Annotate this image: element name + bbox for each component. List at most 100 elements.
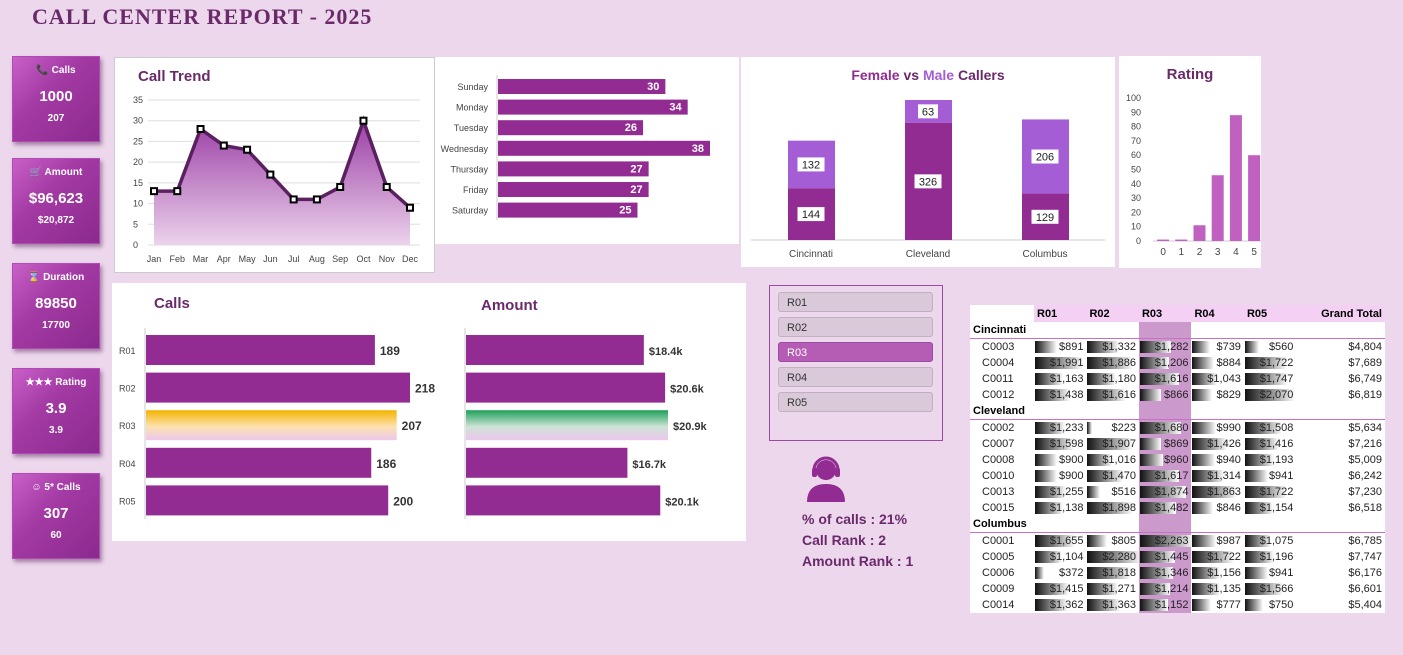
grand-total-cell: $7,230: [1348, 486, 1382, 498]
trend-point: [312, 195, 321, 204]
amount-cell: $900: [1034, 452, 1086, 468]
weekday-chart: Sunday 30 Monday 34 Tuesday 26 Wednesday 38 Thur…: [441, 75, 710, 220]
amount-value-label: $20.6k: [670, 384, 705, 396]
pct-calls: % of calls : 21%: [802, 511, 908, 527]
weekday-bar: [498, 161, 649, 177]
slicer-item-r05[interactable]: R05: [778, 392, 933, 412]
call-trend-chart: 0 5 10 15 20 25 30 35 Jan Feb Mar Apr May Jun Jul Aug Se…: [133, 95, 420, 264]
amount-cell: $1,156: [1191, 565, 1243, 581]
table-row: C0004 $1,991 $1,886 $1,206 $884 $1,722 $7,689: [970, 355, 1385, 371]
kpi-sub-value: $20,872: [37, 215, 75, 226]
trend-point: [359, 116, 368, 125]
agent-icon: [805, 456, 847, 509]
gender-panel: Female vs Male Callers 144 132 Cincinnati 3…: [741, 57, 1115, 267]
slicer-item-r01[interactable]: R01: [778, 292, 933, 312]
table-row: C0013 $1,255 $516 $1,874 $1,863 $1,722 $7,230: [970, 484, 1385, 500]
amount-cell: $1,470: [1086, 468, 1138, 484]
amount-cell: $1,655: [1034, 533, 1086, 550]
table-row: C0005 $1,104 $2,280 $1,445 $1,722 $1,196 $7,74…: [970, 549, 1385, 565]
customer-cell: C0012: [982, 389, 1015, 401]
day-label: Wednesday: [441, 144, 489, 154]
grand-total-cell: $6,242: [1348, 470, 1382, 482]
amount-cell: $1,135: [1191, 581, 1243, 597]
trend-point: [336, 183, 345, 191]
amount-cell: $1,617: [1138, 468, 1192, 484]
amount-pivot-table: R01 R02 R03 R04 R05 Grand Total Cincinnati C000…: [970, 305, 1385, 613]
customer-cell: C0003: [982, 341, 1015, 353]
grand-total-cell: $5,009: [1348, 454, 1382, 466]
slicer-item-r04[interactable]: R04: [778, 367, 933, 387]
smiley-icon: ☺: [31, 482, 42, 493]
slicer-item-r02[interactable]: R02: [778, 317, 933, 337]
table-row: C0014 $1,362 $1,363 $1,152 $777 $750 $5,404: [970, 597, 1385, 613]
amount-cell: $1,255: [1034, 484, 1086, 500]
amount-cell: $1,016: [1086, 452, 1138, 468]
amount-cell: $560: [1244, 339, 1296, 356]
rep-label: R02: [119, 384, 136, 394]
amount-cell: $1,445: [1138, 549, 1192, 565]
day-label: Saturday: [452, 206, 489, 216]
kpi-card-rating: ★★★ Rating 3.9 3.9: [12, 368, 100, 454]
y-tick-label: 10: [1131, 222, 1141, 232]
amount-cell: $1,863: [1191, 484, 1243, 500]
col-header[interactable]: R04: [1191, 305, 1244, 322]
day-label: Monday: [456, 103, 489, 113]
y-tick-label: 25: [133, 136, 143, 146]
weekday-bar: [498, 99, 688, 115]
x-tick-label: 4: [1233, 247, 1239, 258]
y-tick-label: 10: [133, 199, 143, 209]
kpi-value: 3.9: [45, 400, 67, 417]
col-header[interactable]: R03: [1138, 305, 1192, 322]
trend-point: [150, 187, 158, 196]
rating-bar: [1193, 225, 1206, 241]
col-header[interactable]: R05: [1243, 305, 1297, 322]
kpi-label: Duration: [43, 272, 85, 283]
bar-value: 27: [630, 184, 642, 196]
grand-total-cell: $7,216: [1348, 438, 1382, 450]
data-label: 326: [919, 176, 937, 188]
city-group-header[interactable]: Cleveland: [970, 403, 1139, 420]
x-tick-label: 1: [1179, 247, 1185, 258]
kpi-card-amount: 🛒 Amount $96,623 $20,872: [12, 158, 100, 244]
grand-total-cell: $7,747: [1348, 551, 1382, 563]
amount-cell: $940: [1191, 452, 1243, 468]
amount-cell: $777: [1191, 597, 1243, 613]
col-header[interactable]: Grand Total: [1296, 305, 1385, 322]
amount-cell: $1,874: [1138, 484, 1192, 500]
kpi-label: Calls: [51, 65, 76, 76]
slicer-item-r03[interactable]: R03: [778, 342, 933, 362]
amount-cell: $1,154: [1244, 500, 1296, 516]
amount-cell: $223: [1086, 420, 1138, 437]
hourglass-icon: ⌛: [27, 272, 41, 283]
kpi-sub-value: 207: [47, 113, 65, 124]
bar-value: 30: [647, 81, 659, 93]
rating-bar: [1248, 155, 1261, 241]
grand-total-cell: $7,689: [1348, 357, 1382, 369]
city-group-header[interactable]: Cincinnati: [970, 322, 1139, 339]
kpi-sub-value: 3.9: [49, 425, 63, 436]
col-header[interactable]: R01: [1034, 305, 1087, 322]
amount-cell: $1,898: [1086, 500, 1138, 516]
day-label: Tuesday: [454, 123, 489, 133]
data-bar: [1192, 599, 1212, 611]
cart-icon: 🛒: [29, 167, 43, 178]
y-tick-label: 50: [1131, 165, 1141, 175]
amount-cell: $829: [1191, 387, 1243, 403]
customer-cell: C0005: [982, 551, 1015, 563]
grand-total-cell: $4,804: [1348, 341, 1382, 353]
city-group-header[interactable]: Columbus: [970, 516, 1139, 533]
y-tick-label: 80: [1131, 122, 1141, 132]
amount-cell: $1,104: [1034, 549, 1086, 565]
table-row: C0006 $372 $1,818 $1,346 $1,156 $941 $6,176: [970, 565, 1385, 581]
data-bar: [1244, 567, 1268, 579]
amount-cell: $1,196: [1244, 549, 1296, 565]
x-tick-label: 3: [1215, 247, 1221, 258]
y-tick-label: 70: [1131, 136, 1141, 146]
amount-cell: $1,818: [1086, 565, 1138, 581]
day-label: Sunday: [457, 82, 488, 92]
y-tick-label: 0: [133, 240, 138, 250]
amount-cell: $1,680: [1138, 419, 1192, 436]
amount-cell: $1,180: [1086, 371, 1138, 387]
col-header[interactable]: R02: [1086, 305, 1139, 322]
customer-cell: C0013: [982, 486, 1015, 498]
